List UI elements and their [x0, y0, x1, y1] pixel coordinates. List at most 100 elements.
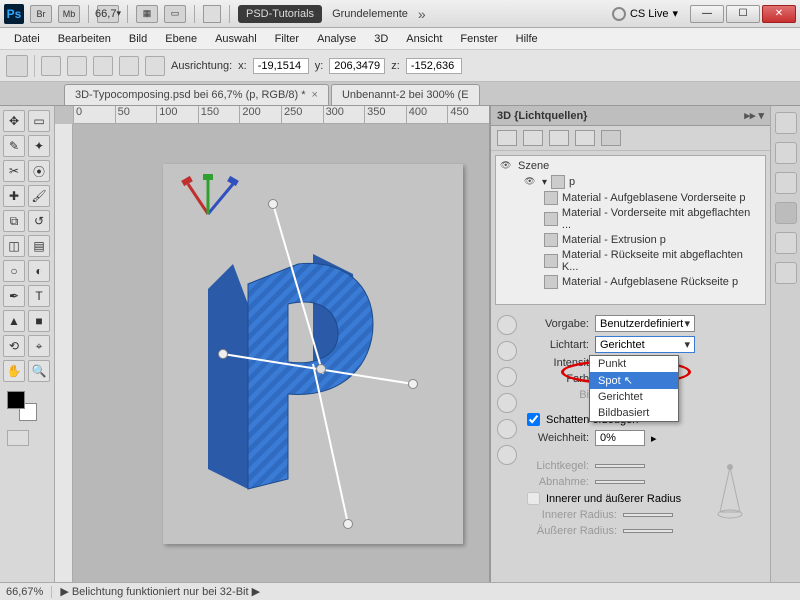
light-rotate-icon[interactable]: [497, 315, 517, 335]
pen-tool[interactable]: ✒: [3, 285, 25, 307]
type-tool[interactable]: T: [28, 285, 50, 307]
color-panel-icon[interactable]: [775, 112, 797, 134]
shape-tool[interactable]: ■: [28, 310, 50, 332]
lasso-tool[interactable]: ✎: [3, 135, 25, 157]
softness-field[interactable]: 0%: [595, 430, 645, 446]
light-handle[interactable]: [218, 349, 228, 359]
light-origin-icon[interactable]: [497, 419, 517, 439]
y-field[interactable]: 206,3479: [329, 58, 385, 74]
panel-title[interactable]: 3D {Lichtquellen}▸▸ ▾: [491, 106, 770, 126]
swatches-panel-icon[interactable]: [775, 142, 797, 164]
menu-datei[interactable]: Datei: [6, 31, 48, 47]
scene-tree[interactable]: Szene ▾ p Material - Aufgeblasene Vorder…: [495, 155, 766, 305]
hand-tool[interactable]: ✋: [3, 360, 25, 382]
filter-scene-icon[interactable]: [497, 130, 517, 146]
screen-mode-icon[interactable]: [203, 5, 221, 23]
menu-bild[interactable]: Bild: [121, 31, 155, 47]
eyedropper-tool[interactable]: ⦿: [28, 160, 50, 182]
menu-fenster[interactable]: Fenster: [452, 31, 505, 47]
shadow-checkbox[interactable]: [527, 413, 540, 426]
home-icon[interactable]: [41, 56, 61, 76]
scale-icon[interactable]: [145, 56, 165, 76]
menu-3d[interactable]: 3D: [366, 31, 396, 47]
rotate-icon[interactable]: [67, 56, 87, 76]
softness-flyout-icon[interactable]: ▸: [651, 432, 657, 445]
document-tab[interactable]: 3D-Typocomposing.psd bei 66,7% (p, RGB/8…: [64, 84, 329, 105]
workspace-button[interactable]: PSD-Tutorials: [238, 5, 322, 23]
light-slide-icon[interactable]: [497, 367, 517, 387]
move-tool[interactable]: ✥: [3, 110, 25, 132]
history-brush-tool[interactable]: ↺: [28, 210, 50, 232]
dodge-tool[interactable]: ◐: [28, 260, 50, 282]
light-point-icon[interactable]: [497, 393, 517, 413]
tool-preset-icon[interactable]: [6, 55, 28, 77]
lighttype-select[interactable]: Gerichtet▾: [595, 336, 695, 353]
view-extras-icon[interactable]: ▦: [136, 5, 158, 23]
menu-analyse[interactable]: Analyse: [309, 31, 364, 47]
x-field[interactable]: -19,1514: [253, 58, 309, 74]
light-gizmo[interactable]: [73, 124, 489, 582]
filter-mesh-icon[interactable]: [523, 130, 543, 146]
3d-panel-icon[interactable]: [775, 202, 797, 224]
panel-menu-icon[interactable]: ▸▸ ▾: [744, 109, 764, 122]
marquee-tool[interactable]: ▭: [28, 110, 50, 132]
pan-icon[interactable]: [93, 56, 113, 76]
zoom-field[interactable]: 66,7 ▾: [97, 5, 119, 23]
blur-tool[interactable]: ○: [3, 260, 25, 282]
brush-tool[interactable]: 🖌: [28, 185, 50, 207]
chevron-down-icon[interactable]: ▾: [672, 7, 678, 20]
status-zoom[interactable]: 66,67%: [6, 586, 52, 598]
light-handle[interactable]: [408, 379, 418, 389]
lighttype-dropdown[interactable]: Punkt Spot ↖ Gerichtet Bildbasiert: [589, 355, 679, 422]
filter-light-icon[interactable]: [575, 130, 595, 146]
close-button[interactable]: ✕: [762, 5, 796, 23]
maximize-button[interactable]: ☐: [726, 5, 760, 23]
document-tab[interactable]: Unbenannt-2 bei 300% (E: [331, 84, 480, 105]
cslive-label[interactable]: CS Live: [630, 8, 669, 20]
workspace-label[interactable]: Grundelemente: [328, 5, 412, 23]
dropdown-item[interactable]: Gerichtet: [590, 389, 678, 405]
close-tab-icon[interactable]: ×: [312, 89, 318, 101]
filter-material-icon[interactable]: [549, 130, 569, 146]
menu-bearbeiten[interactable]: Bearbeiten: [50, 31, 119, 47]
path-select-tool[interactable]: ▲: [3, 310, 25, 332]
layers-panel-icon[interactable]: [775, 262, 797, 284]
light-handle[interactable]: [268, 199, 278, 209]
visibility-icon[interactable]: [524, 175, 538, 189]
dropdown-item[interactable]: Spot ↖: [590, 372, 678, 389]
wand-tool[interactable]: ✦: [28, 135, 50, 157]
cslive-icon[interactable]: [612, 7, 626, 21]
minimize-button[interactable]: —: [690, 5, 724, 23]
bridge-icon[interactable]: Br: [30, 5, 52, 23]
stamp-tool[interactable]: ⧉: [3, 210, 25, 232]
visibility-icon[interactable]: [500, 159, 514, 173]
light-center-handle[interactable]: [316, 364, 326, 374]
preset-select[interactable]: Benutzerdefiniert▾: [595, 315, 695, 332]
slide-icon[interactable]: [119, 56, 139, 76]
light-handle[interactable]: [343, 519, 353, 529]
3d-camera-tool[interactable]: ⌖: [28, 335, 50, 357]
filter-all-icon[interactable]: [601, 130, 621, 146]
eraser-tool[interactable]: ◫: [3, 235, 25, 257]
heal-tool[interactable]: ✚: [3, 185, 25, 207]
crop-tool[interactable]: ✂: [3, 160, 25, 182]
canvas[interactable]: [73, 124, 489, 582]
menu-filter[interactable]: Filter: [267, 31, 307, 47]
z-field[interactable]: -152,636: [406, 58, 462, 74]
styles-panel-icon[interactable]: [775, 172, 797, 194]
menu-hilfe[interactable]: Hilfe: [508, 31, 546, 47]
gradient-tool[interactable]: ▤: [28, 235, 50, 257]
menu-ebene[interactable]: Ebene: [157, 31, 205, 47]
3d-rotate-tool[interactable]: ⟲: [3, 335, 25, 357]
quickmask-toggle[interactable]: [7, 430, 29, 446]
chevron-right-icon[interactable]: »: [418, 6, 426, 22]
dropdown-item[interactable]: Bildbasiert: [590, 405, 678, 421]
menu-auswahl[interactable]: Auswahl: [207, 31, 265, 47]
color-swatches[interactable]: [7, 391, 37, 421]
adjustments-panel-icon[interactable]: [775, 232, 797, 254]
light-toggle-icon[interactable]: [497, 445, 517, 465]
zoom-tool[interactable]: 🔍: [28, 360, 50, 382]
dropdown-item[interactable]: Punkt: [590, 356, 678, 372]
light-pan-icon[interactable]: [497, 341, 517, 361]
view-proof-icon[interactable]: ▭: [164, 5, 186, 23]
